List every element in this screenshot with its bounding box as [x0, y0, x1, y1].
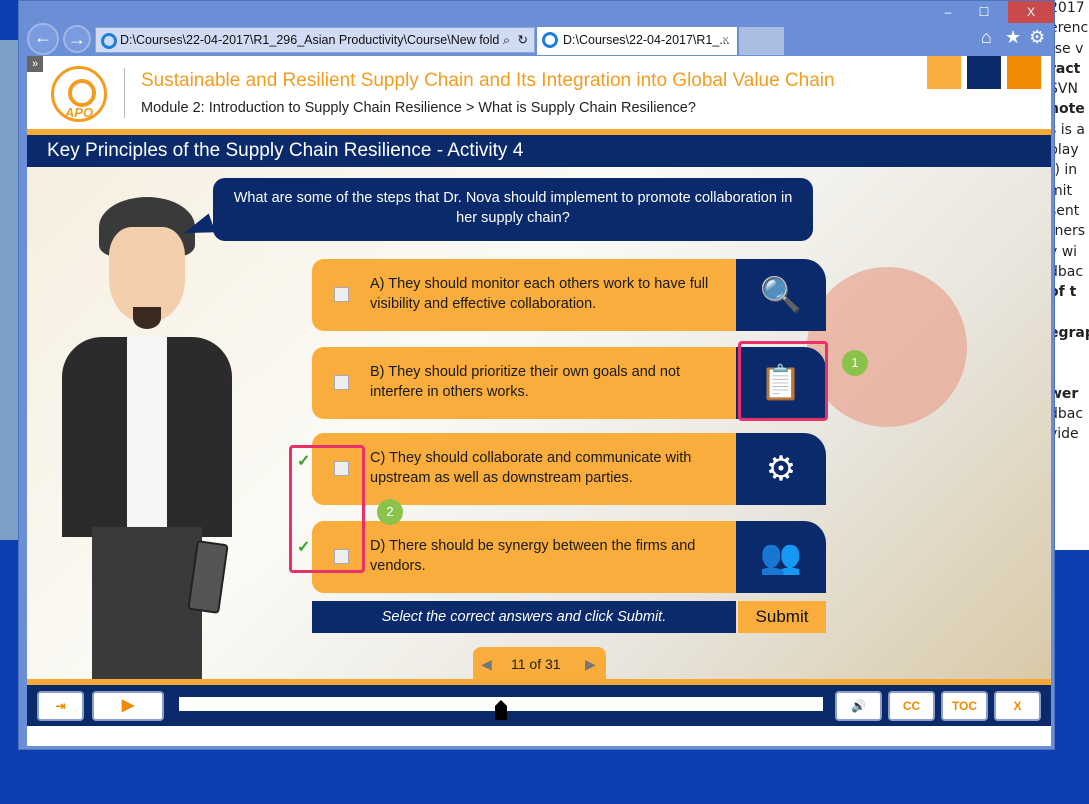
background-doc-line: note — [1055, 101, 1085, 118]
background-doc-line: of t — [1055, 284, 1077, 301]
option-a-checkbox[interactable] — [334, 287, 349, 302]
home-icon[interactable]: ⌂ — [981, 27, 992, 48]
option-b[interactable]: B) They should prioritize their own goal… — [312, 347, 736, 419]
background-doc-line — [1055, 345, 1089, 365]
background-doc-line — [1055, 304, 1089, 324]
submit-button[interactable]: Submit — [738, 601, 826, 633]
prev-slide-button[interactable]: ◀ — [481, 647, 492, 679]
background-doc-line: dbac — [1055, 405, 1084, 422]
background-document: 2017 erenc rse v ract SVN note s is a play t) in… — [1055, 0, 1089, 550]
browser-window: – ☐ X ← → D:\Courses\22-04-2017\R1_296_A… — [18, 0, 1055, 750]
close-course-button[interactable]: X — [994, 691, 1041, 721]
background-doc-line: 2017 — [1055, 0, 1085, 16]
search-icon[interactable]: ⌕ — [503, 28, 510, 52]
slide-title: Key Principles of the Supply Chain Resil… — [27, 135, 1051, 167]
background-doc-line: wer — [1055, 385, 1079, 402]
gears-icon: ⚙ — [736, 433, 826, 505]
background-doc-line: SVN — [1055, 81, 1078, 98]
accent-square — [1007, 56, 1041, 89]
magnifier-icon: 🔍 — [736, 259, 826, 331]
background-chart — [807, 267, 967, 427]
annotation-badge-2: 2 — [377, 499, 403, 525]
next-slide-button[interactable]: ▶ — [585, 647, 596, 679]
toc-button[interactable]: TOC — [941, 691, 988, 721]
highlight-box-2 — [289, 445, 365, 573]
ie-icon — [542, 32, 558, 48]
desktop-strip — [0, 40, 18, 540]
background-doc-line: t) in — [1055, 162, 1078, 179]
back-button[interactable]: ← — [27, 23, 59, 55]
control-bar: ⇥ ▶ 🔊 CC TOC X — [27, 685, 1051, 726]
forward-button[interactable]: → — [63, 25, 91, 53]
refresh-icon[interactable]: ↻ — [518, 28, 528, 52]
course-player: » APO Sustainable and Resilient Supply C… — [27, 56, 1051, 746]
background-doc-line: ract — [1055, 60, 1081, 77]
maximize-button[interactable]: ☐ — [970, 1, 998, 23]
background-doc-line: s is a — [1055, 121, 1085, 138]
option-b-checkbox[interactable] — [334, 375, 349, 390]
people-icon: 👥 — [736, 521, 826, 593]
option-c[interactable]: C) They should collaborate and communica… — [312, 433, 736, 505]
background-doc-line: vide — [1055, 426, 1079, 443]
option-d-label: D) There should be synergy between the f… — [370, 538, 696, 574]
favorites-icon[interactable]: ★ — [1005, 27, 1021, 48]
breadcrumb: Module 2: Introduction to Supply Chain R… — [141, 100, 696, 116]
background-doc-line: erenc — [1055, 20, 1089, 37]
background-doc-line: y wi — [1055, 243, 1078, 260]
option-a[interactable]: A) They should monitor each others work … — [312, 259, 736, 331]
new-tab-button[interactable] — [739, 27, 784, 55]
play-button[interactable]: ▶ — [92, 691, 164, 721]
question-bubble: What are some of the steps that Dr. Nova… — [213, 178, 813, 241]
slide-scene: What are some of the steps that Dr. Nova… — [27, 167, 1051, 679]
accent-square — [927, 56, 961, 89]
background-doc-line: egrap — [1055, 324, 1089, 341]
address-text: D:\Courses\22-04-2017\R1_296_Asian Produ… — [120, 33, 500, 47]
progress-thumb[interactable] — [495, 700, 507, 720]
background-doc-line: rners — [1055, 223, 1086, 240]
header-divider — [124, 68, 125, 118]
option-d[interactable]: D) There should be synergy between the f… — [312, 521, 736, 593]
background-doc-line: play — [1055, 142, 1079, 159]
character-dr-nova — [47, 187, 247, 679]
settings-icon[interactable]: ⚙ — [1029, 27, 1045, 48]
slide-pager: ◀ 11 of 31 ▶ — [473, 647, 606, 679]
tab-title: D:\Courses\22-04-2017\R1_... — [563, 33, 730, 47]
slide-counter: 11 of 31 — [511, 656, 561, 672]
background-doc-line: rse v — [1055, 40, 1084, 57]
cc-button[interactable]: CC — [888, 691, 935, 721]
background-doc-line: sent — [1055, 202, 1080, 219]
close-window-button[interactable]: X — [1008, 1, 1054, 23]
address-bar[interactable]: D:\Courses\22-04-2017\R1_296_Asian Produ… — [95, 27, 535, 53]
expand-sidebar-button[interactable]: » — [27, 56, 43, 72]
ie-icon — [101, 33, 117, 49]
background-doc-line — [1055, 365, 1089, 385]
browser-tab[interactable]: D:\Courses\22-04-2017\R1_... × — [537, 27, 737, 55]
accent-square — [967, 56, 1001, 89]
instruction-text: Select the correct answers and click Sub… — [312, 601, 736, 633]
background-doc-line: dbac — [1055, 263, 1084, 280]
option-a-label: A) They should monitor each others work … — [370, 276, 709, 312]
apo-logo: APO — [51, 66, 107, 122]
minimize-button[interactable]: – — [934, 1, 962, 23]
option-c-label: C) They should collaborate and communica… — [370, 450, 692, 486]
volume-icon[interactable]: 🔊 — [835, 691, 882, 721]
highlight-box-1 — [738, 341, 828, 421]
course-title: Sustainable and Resilient Supply Chain a… — [141, 70, 835, 91]
annotation-badge-1: 1 — [842, 350, 868, 376]
exit-icon[interactable]: ⇥ — [37, 691, 84, 721]
tab-close-icon[interactable]: × — [722, 27, 729, 53]
background-doc-line: mit — [1055, 182, 1073, 199]
option-b-label: B) They should prioritize their own goal… — [370, 364, 681, 400]
